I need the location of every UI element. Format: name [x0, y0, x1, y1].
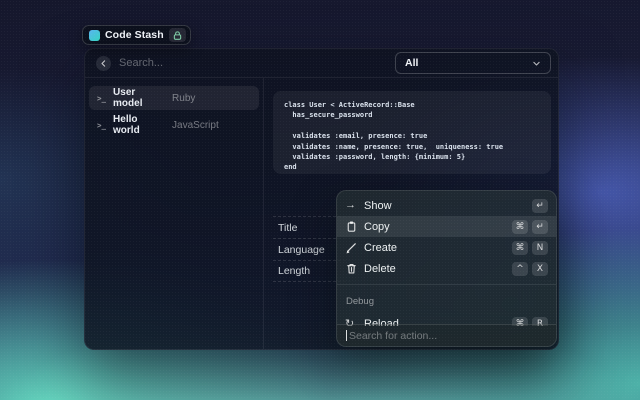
- code-line: validates :name, presence: true, uniquen…: [284, 142, 540, 152]
- menu-item-label: Delete: [364, 263, 512, 275]
- key-ctrl: ^: [512, 262, 528, 276]
- key-return: ↵: [532, 199, 548, 213]
- snippet-title: User model: [113, 87, 165, 109]
- trash-icon: [345, 262, 364, 275]
- action-search-bar: [337, 324, 556, 346]
- chevron-left-icon: [99, 59, 108, 68]
- action-menu-items: → Show ↵ Copy ⌘ ↵: [337, 191, 556, 326]
- snippet-language: Ruby: [172, 93, 195, 104]
- terminal-icon: >_: [97, 121, 106, 130]
- menu-item-create[interactable]: Create ⌘ N: [337, 237, 556, 258]
- snippet-row-hello-world[interactable]: >_ Hello world JavaScript: [89, 113, 259, 137]
- text-cursor: [346, 330, 347, 341]
- code-line: [284, 121, 540, 131]
- code-line: class User < ActiveRecord::Base: [284, 100, 540, 110]
- menu-item-copy[interactable]: Copy ⌘ ↵: [337, 216, 556, 237]
- menu-item-label: Show: [364, 200, 532, 212]
- code-line: end: [284, 162, 540, 172]
- lock-badge[interactable]: [169, 28, 186, 42]
- menu-item-label: Copy: [364, 221, 512, 233]
- arrow-right-icon: →: [345, 200, 364, 211]
- code-stash-app-icon: [89, 30, 100, 41]
- metadata-label: Length: [278, 265, 310, 277]
- menu-item-show[interactable]: → Show ↵: [337, 195, 556, 216]
- key-cmd: ⌘: [512, 241, 528, 255]
- code-preview: class User < ActiveRecord::Base has_secu…: [273, 91, 551, 174]
- code-line: validates :password, length: {minimum: 5…: [284, 152, 540, 162]
- snippet-row-user-model[interactable]: >_ User model Ruby: [89, 86, 259, 110]
- action-search-input[interactable]: [349, 330, 547, 342]
- key-x: X: [532, 262, 548, 276]
- chevron-down-icon: [532, 59, 541, 68]
- filter-dropdown[interactable]: All: [395, 52, 551, 74]
- metadata-label: Title: [278, 222, 297, 234]
- app-pill[interactable]: Code Stash: [82, 25, 191, 45]
- terminal-icon: >_: [97, 94, 106, 103]
- key-return: ↵: [532, 220, 548, 234]
- lock-icon: [172, 30, 183, 41]
- snippet-title: Hello world: [113, 114, 165, 136]
- snippet-list: >_ User model Ruby >_ Hello world JavaSc…: [85, 78, 264, 349]
- key-cmd: ⌘: [512, 220, 528, 234]
- back-button[interactable]: [96, 56, 111, 71]
- clipboard-icon: [345, 220, 364, 233]
- search-input[interactable]: [119, 57, 395, 69]
- window-header: All: [85, 49, 558, 78]
- metadata-label: Language: [278, 244, 325, 256]
- code-line: has_secure_password: [284, 110, 540, 120]
- menu-item-delete[interactable]: Delete ^ X: [337, 258, 556, 279]
- action-menu: → Show ↵ Copy ⌘ ↵: [336, 190, 557, 347]
- menu-item-label: Create: [364, 242, 512, 254]
- app-title: Code Stash: [105, 29, 164, 41]
- pencil-icon: [345, 241, 364, 254]
- menu-section-debug: Debug: [337, 285, 556, 309]
- key-n: N: [532, 241, 548, 255]
- code-line: validates :email, presence: true: [284, 131, 540, 141]
- filter-dropdown-value: All: [405, 57, 418, 69]
- snippet-language: JavaScript: [172, 120, 219, 131]
